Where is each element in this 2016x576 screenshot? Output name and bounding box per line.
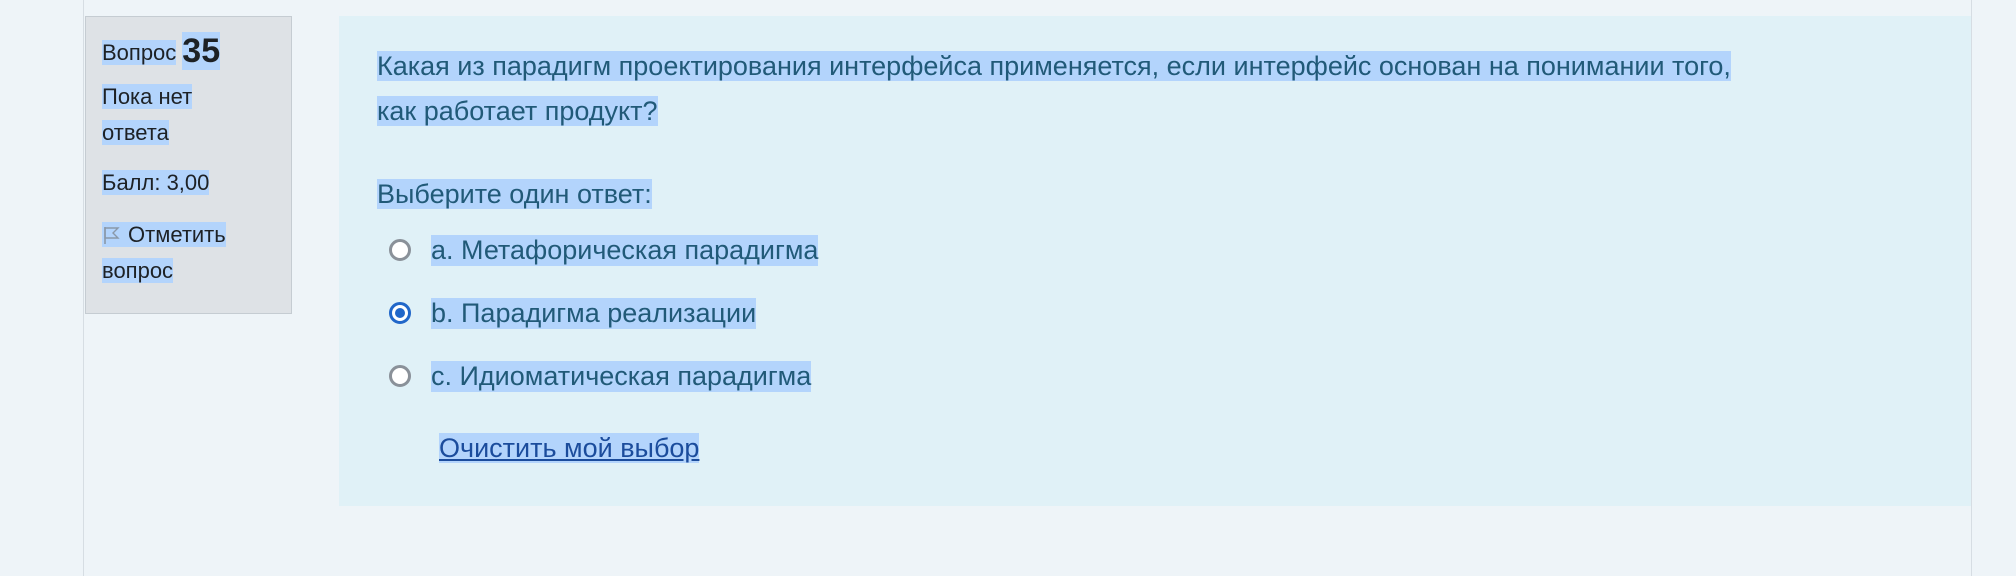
answer-option-a[interactable]: a. Метафорическая парадигма xyxy=(389,230,819,270)
answer-option-a-label[interactable]: a. Метафорическая парадигма xyxy=(431,234,819,266)
question-number: 35 xyxy=(182,32,221,70)
question-label: Вопрос xyxy=(102,40,177,65)
clear-choice-text[interactable]: Очистить мой выбор xyxy=(439,433,700,463)
question-number-heading: Вопрос 35 xyxy=(102,31,275,73)
radio-a[interactable] xyxy=(389,239,411,261)
answer-prompt-text: Выберите один ответ: xyxy=(377,179,652,209)
answer-option-b[interactable]: b. Парадигма реализации xyxy=(389,293,757,333)
clear-choice-link[interactable]: Очистить мой выбор xyxy=(439,428,700,468)
answer-option-b-label[interactable]: b. Парадигма реализации xyxy=(431,297,757,329)
flag-question-link[interactable]: Отметить вопрос xyxy=(102,217,275,289)
answer-option-c-label[interactable]: c. Идиоматическая парадигма xyxy=(431,360,812,392)
page-left-divider xyxy=(83,0,84,576)
page-right-divider xyxy=(1971,0,1972,576)
radio-c[interactable] xyxy=(389,365,411,387)
question-text-line2: как работает продукт? xyxy=(377,96,658,126)
question-text: Какая из парадигм проектирования интерфе… xyxy=(377,44,1937,134)
question-grade: Балл: 3,00 xyxy=(102,165,275,201)
answer-option-c[interactable]: c. Идиоматическая парадигма xyxy=(389,356,812,396)
radio-b[interactable] xyxy=(389,302,411,324)
question-state-line1: Пока нет xyxy=(102,84,193,109)
answer-prompt: Выберите один ответ: xyxy=(377,174,652,214)
question-content: Какая из парадигм проектирования интерфе… xyxy=(339,16,1971,506)
question-state-line2: ответа xyxy=(102,120,169,145)
question-state: Пока нет ответа xyxy=(102,79,275,151)
flag-question-line2: вопрос xyxy=(102,258,174,283)
flag-icon xyxy=(104,227,120,244)
question-grade-text: Балл: 3,00 xyxy=(102,170,210,195)
flag-question-line1: Отметить xyxy=(128,222,226,247)
question-text-line1: Какая из парадигм проектирования интерфе… xyxy=(377,51,1731,81)
question-info-panel: Вопрос 35 Пока нет ответа Балл: 3,00 Отме… xyxy=(85,16,292,314)
